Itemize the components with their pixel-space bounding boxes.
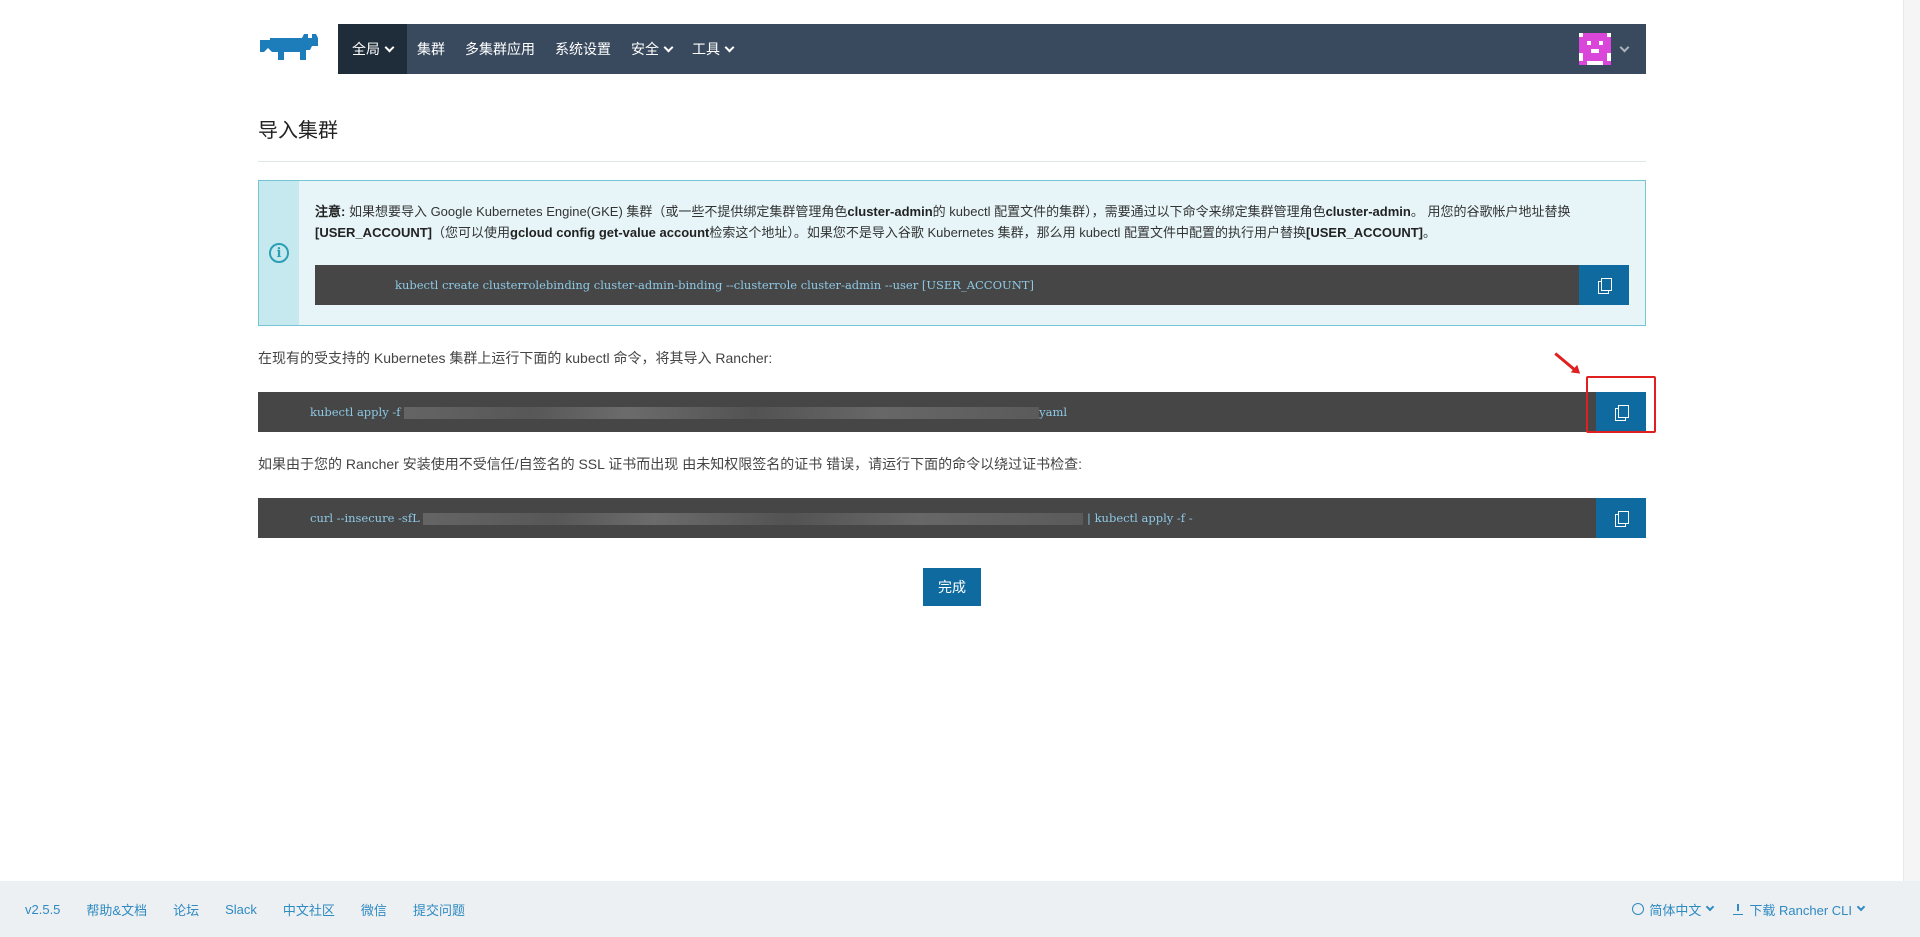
highlight-box [1586,376,1656,433]
footer-link-issue[interactable]: 提交问题 [413,900,465,919]
top-navbar: 全局 集群 多集群应用 系统设置 安全 工具 [258,24,1646,74]
nav-settings[interactable]: 系统设置 [545,24,621,74]
copy-icon [1598,278,1612,294]
nav-security[interactable]: 安全 [621,24,682,74]
chevron-down-icon [724,42,735,52]
insecure-command-suffix: | kubectl apply -f - [1083,511,1193,525]
insecure-command-text[interactable]: curl --insecure -sfL | kubectl apply -f … [258,511,1596,525]
nav-settings-label: 系统设置 [555,41,611,57]
footer-link-wechat[interactable]: 微信 [361,900,387,919]
import-command-suffix: yaml [1039,405,1068,419]
copy-insecure-command-button[interactable] [1596,498,1646,538]
download-icon [1733,903,1744,915]
banner-bold-1: cluster-admin [847,204,933,219]
language-selector[interactable]: 简体中文 [1632,900,1715,919]
nav-global[interactable]: 全局 [338,24,407,74]
chevron-down-icon [1706,902,1715,912]
import-command-text[interactable]: kubectl apply -f yaml [258,405,1596,419]
banner-text-2: 的 kubectl 配置文件的集群），需要通过以下命令来绑定集群管理角色 [932,204,1326,219]
globe-icon [1632,903,1645,915]
nav-multi-cluster-apps-label: 多集群应用 [465,41,535,57]
import-command: kubectl apply -f yaml [258,392,1646,432]
nav-menu: 全局 集群 多集群应用 系统设置 安全 工具 [338,24,1646,74]
copy-clusterrolebinding-button[interactable] [1579,265,1629,305]
nav-tools-label: 工具 [692,41,720,57]
banner-text-4: （您可以使用 [432,225,511,240]
nav-clusters-label: 集群 [417,41,445,57]
download-label: 下载 Rancher CLI [1749,902,1852,918]
nav-tools[interactable]: 工具 [682,24,743,74]
page-scrollbar[interactable] [1903,0,1920,881]
banner-bold-5: [USER_ACCOUNT] [1306,225,1424,240]
page-title: 导入集群 [258,114,1646,162]
rancher-logo[interactable] [258,24,338,74]
language-label: 简体中文 [1649,902,1702,918]
footer-link-community[interactable]: 中文社区 [283,900,335,919]
banner-icon-column: i [259,181,299,325]
import-instruction: 在现有的受支持的 Kubernetes 集群上运行下面的 kubectl 命令，… [258,350,773,366]
nav-global-label: 全局 [352,41,380,57]
footer-link-forum[interactable]: 论坛 [173,900,199,919]
insecure-command: curl --insecure -sfL | kubectl apply -f … [258,498,1646,538]
insecure-command-prefix: curl --insecure -sfL [310,511,424,525]
done-wrap: 完成 [258,568,1646,606]
note-label: 注意: [315,204,346,219]
footer-link-docs[interactable]: 帮助&文档 [86,900,147,919]
footer: v2.5.5 帮助&文档 论坛 Slack 中文社区 微信 提交问题 简体中文 … [0,881,1920,937]
banner-text: 注意: 如果想要导入 Google Kubernetes Engine(GKE)… [315,201,1629,243]
chevron-down-icon [1619,42,1630,52]
nav-security-label: 安全 [631,41,659,57]
banner-bold-2: cluster-admin [1325,204,1411,219]
info-icon: i [269,243,289,263]
clusterrolebinding-command-text[interactable]: kubectl create clusterrolebinding cluste… [315,275,1579,296]
nav-multi-cluster-apps[interactable]: 多集群应用 [455,24,545,74]
banner-bold-4: gcloud config get-value account [510,225,710,240]
page-container: 全局 集群 多集群应用 系统设置 安全 工具 导入集群 i 注意: 如果想要导入… [258,24,1646,606]
banner-text-3: 。 用您的谷歌帐户地址替换 [1410,204,1571,219]
download-cli[interactable]: 下载 Rancher CLI [1733,900,1866,919]
rancher-logo-icon [260,34,318,60]
user-menu[interactable] [1579,33,1646,65]
footer-right: 简体中文 下载 Rancher CLI [1632,900,1920,919]
avatar [1579,33,1611,65]
clusterrolebinding-command: kubectl create clusterrolebinding cluste… [315,265,1629,305]
import-command-prefix: kubectl apply -f [310,405,405,419]
redacted-url [404,407,1040,419]
chevron-down-icon [663,42,674,52]
copy-icon [1615,511,1629,527]
banner-text-1: 如果想要导入 Google Kubernetes Engine(GKE) 集群（… [345,204,848,219]
banner-body: 注意: 如果想要导入 Google Kubernetes Engine(GKE)… [299,181,1645,325]
version-link[interactable]: v2.5.5 [25,902,60,917]
gke-info-banner: i 注意: 如果想要导入 Google Kubernetes Engine(GK… [258,180,1646,326]
insecure-instruction: 如果由于您的 Rancher 安装使用不受信任/自签名的 SSL 证书而出现 由… [258,456,1082,472]
banner-bold-3: [USER_ACCOUNT] [315,225,432,240]
chevron-down-icon [1856,902,1866,912]
chevron-down-icon [384,42,395,52]
banner-text-6: 。 [1423,225,1437,240]
banner-text-5: 检索这个地址）。如果您不是导入谷歌 Kubernetes 集群，那么用 kube… [709,225,1307,240]
redacted-url [423,513,1084,525]
done-button[interactable]: 完成 [923,568,981,606]
nav-clusters[interactable]: 集群 [407,24,455,74]
footer-link-slack[interactable]: Slack [225,902,257,917]
